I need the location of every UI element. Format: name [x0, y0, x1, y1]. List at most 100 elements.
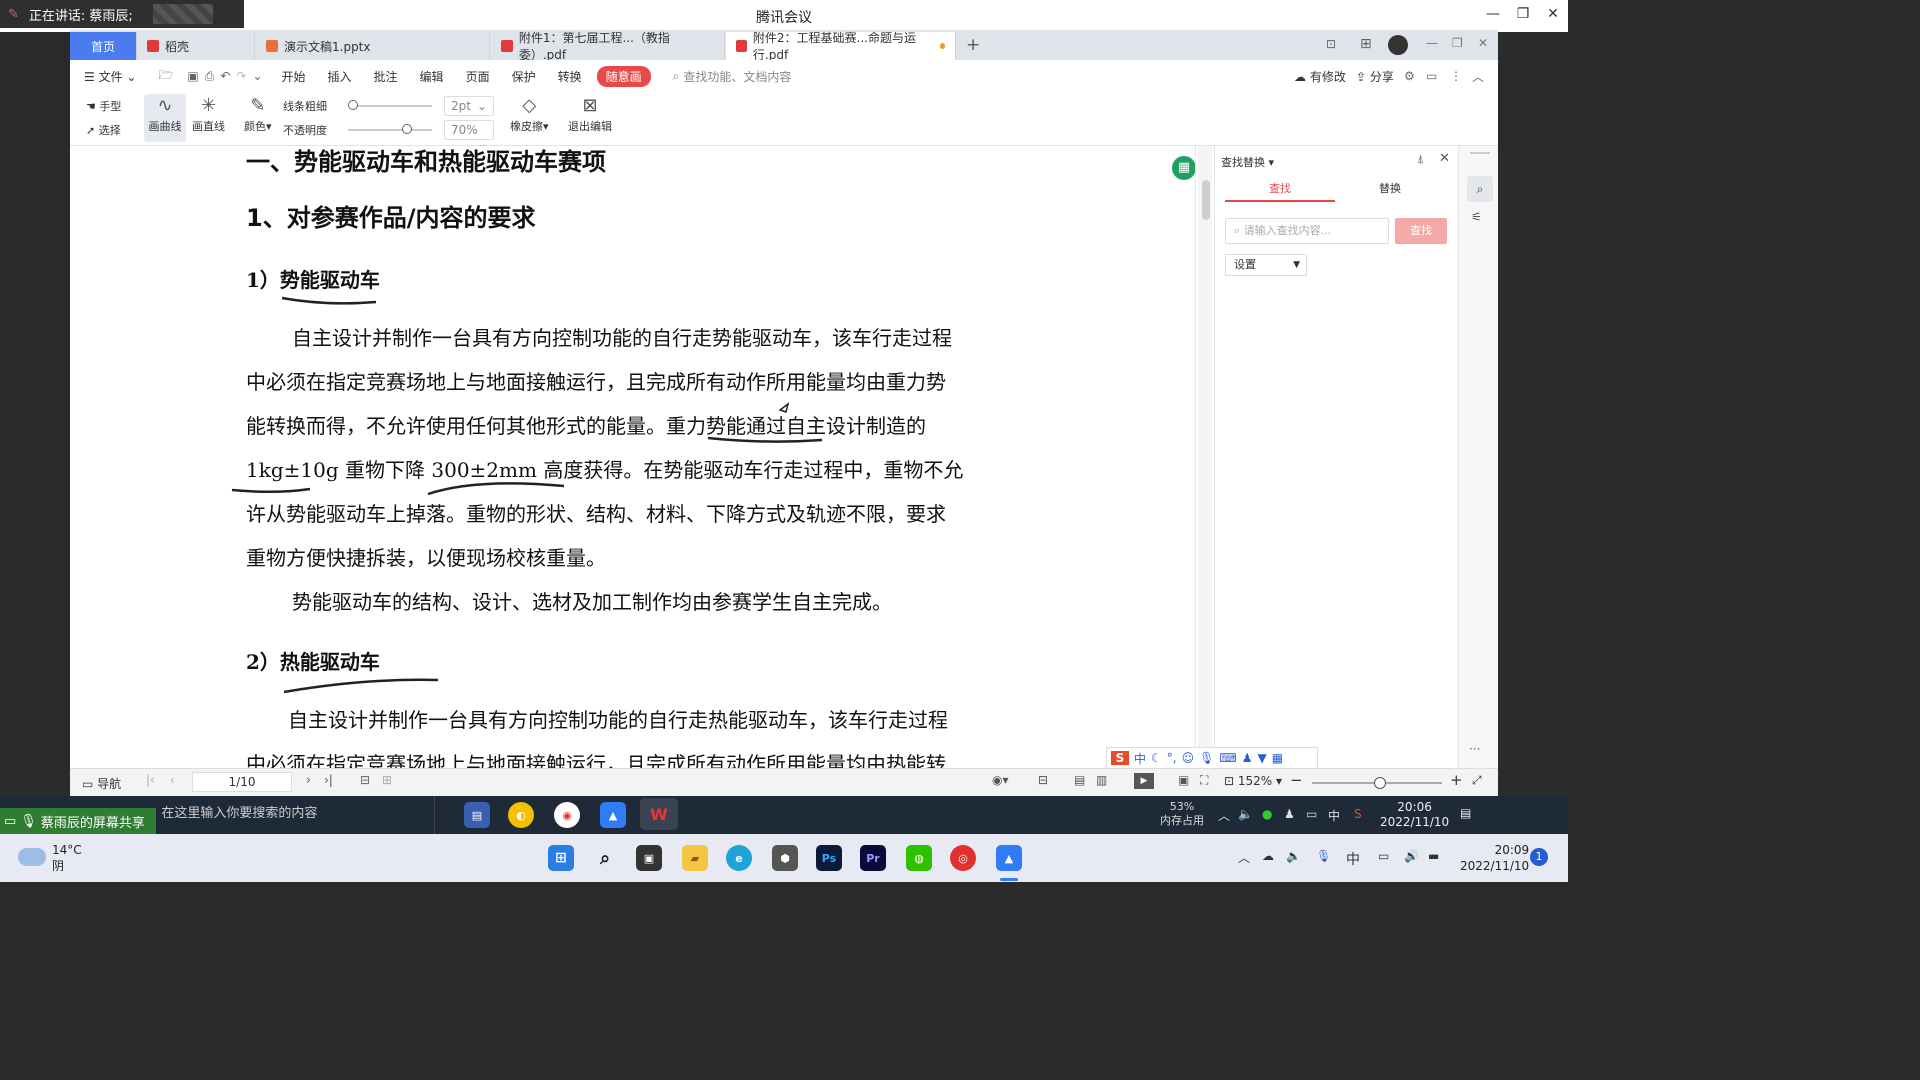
avatar[interactable]: [1388, 35, 1408, 55]
ime-mode-label[interactable]: 中: [1134, 750, 1146, 767]
find-button[interactable]: 查找: [1395, 218, 1447, 244]
sogou-tray-icon[interactable]: S: [1354, 807, 1362, 821]
line-width-slider[interactable]: [352, 105, 432, 107]
tray-chevron-icon[interactable]: ︿: [1218, 807, 1230, 824]
single-page-icon[interactable]: ▤: [1074, 773, 1085, 787]
eye-mode-icon[interactable]: ◉▾: [992, 773, 1009, 787]
photoshop-icon[interactable]: Ps: [816, 845, 842, 871]
volume-icon[interactable]: 🔈: [1238, 807, 1253, 821]
meeting-app-icon[interactable]: ▲: [600, 802, 626, 828]
save-icon[interactable]: ▣: [184, 69, 201, 83]
select-tool[interactable]: ➚ 选择: [86, 122, 121, 138]
tray-chevron-icon[interactable]: ︿: [1238, 849, 1250, 866]
file-menu[interactable]: ☰ 文件 ⌄: [70, 68, 147, 85]
tab-pdf-2[interactable]: 附件2：工程基础赛...命题与运行.pdf: [726, 31, 956, 62]
minimize-icon[interactable]: —: [1426, 36, 1438, 50]
weather-widget[interactable]: 14°C 阴: [52, 842, 82, 874]
find-input[interactable]: ⌕ 请输入查找内容...: [1225, 218, 1389, 244]
tab-pptx[interactable]: 演示文稿1.pptx: [256, 32, 490, 60]
find-replace-icon[interactable]: ⌕: [1467, 176, 1493, 202]
tab-replace[interactable]: 替换: [1335, 176, 1445, 202]
remote-search-box[interactable]: ⌕ 在这里输入你要搜索的内容: [150, 802, 317, 821]
menu-item-start[interactable]: 开始: [271, 68, 317, 85]
collapse-icon[interactable]: ︿: [1472, 68, 1484, 85]
settings-select[interactable]: 设置 ▼: [1225, 254, 1307, 276]
double-page-icon[interactable]: ▥: [1096, 773, 1107, 787]
first-page-icon[interactable]: |‹: [146, 773, 155, 787]
prev-view-icon[interactable]: ⊟: [360, 773, 370, 787]
share-button[interactable]: ⇪ 分享: [1356, 68, 1394, 85]
wechat-icon[interactable]: ◍: [906, 845, 932, 871]
task-view-icon[interactable]: ▣: [636, 845, 662, 871]
netease-music-icon[interactable]: ◎: [950, 845, 976, 871]
network-icon[interactable]: ▭: [1378, 849, 1389, 863]
next-view-icon[interactable]: ⊞: [382, 773, 392, 787]
edge-icon[interactable]: e: [726, 845, 752, 871]
opacity-slider[interactable]: [348, 129, 432, 131]
line-width-knob[interactable]: [348, 100, 358, 110]
add-tab-icon[interactable]: +: [966, 35, 980, 55]
scrollbar-thumb[interactable]: [1202, 180, 1210, 220]
prev-page-icon[interactable]: ‹: [170, 773, 175, 787]
close-icon[interactable]: ✕: [1538, 6, 1568, 22]
curve-tool[interactable]: ∿ 画曲线: [144, 94, 186, 142]
vertical-scrollbar[interactable]: [1198, 146, 1212, 768]
chrome-icon[interactable]: ◉: [554, 802, 580, 828]
keyboard-icon[interactable]: ⌨: [1219, 751, 1236, 765]
speaker-icon[interactable]: 🔈: [1286, 849, 1301, 863]
emoji-icon[interactable]: ☺: [1182, 751, 1195, 765]
settings-icon[interactable]: ⚙: [1404, 69, 1415, 83]
open-icon[interactable]: 🗁: [147, 66, 184, 87]
minimize-icon[interactable]: —: [1478, 6, 1508, 22]
voice-icon[interactable]: 🎙: [1199, 751, 1214, 765]
fit-width-icon[interactable]: ⊟: [1038, 773, 1048, 787]
print-icon[interactable]: ⎙: [202, 69, 218, 84]
tab-home[interactable]: 首页: [70, 32, 137, 60]
line-width-select[interactable]: 2pt ⌄: [444, 96, 494, 116]
line-tool[interactable]: ✳ 画直线: [192, 96, 225, 134]
battery-icon[interactable]: ▭: [1306, 807, 1317, 821]
comment-icon[interactable]: ▭: [1426, 69, 1437, 83]
zoom-out-icon[interactable]: −: [1290, 771, 1303, 789]
grid-icon[interactable]: ⊞: [1360, 36, 1372, 52]
last-page-icon[interactable]: ›|: [324, 773, 333, 787]
zoom-select[interactable]: ⊡ 152% ▾: [1224, 774, 1282, 788]
app-cube-icon[interactable]: ⬢: [772, 845, 798, 871]
zoom-in-icon[interactable]: +: [1450, 771, 1463, 789]
fullscreen-icon[interactable]: ⤢: [1472, 773, 1482, 788]
search-icon[interactable]: ⌕: [592, 845, 618, 871]
weather-cloud-icon[interactable]: [18, 848, 46, 866]
actual-size-icon[interactable]: ▣: [1178, 773, 1189, 787]
color-tool[interactable]: ✎ 颜色▾: [244, 96, 272, 134]
close-icon[interactable]: ✕: [1478, 36, 1488, 50]
menu-item-comment[interactable]: 批注: [363, 68, 409, 85]
more-icon[interactable]: ···: [1469, 742, 1480, 756]
feature-search[interactable]: 查找功能、文档内容: [683, 68, 791, 85]
next-page-icon[interactable]: ›: [306, 773, 311, 787]
play-icon[interactable]: ▶: [1134, 773, 1154, 789]
menu-item-convert[interactable]: 转换: [547, 68, 593, 85]
spreadsheet-float-icon[interactable]: ▦: [1172, 156, 1195, 180]
mic-tray-icon[interactable]: 🎙: [1316, 849, 1331, 863]
page-input[interactable]: 1/10: [192, 772, 292, 792]
menu-item-page[interactable]: 页面: [455, 68, 501, 85]
opacity-select[interactable]: 70% ⌄: [444, 120, 494, 151]
fit-page-icon[interactable]: ⛶: [1200, 773, 1208, 788]
sogou-ime-toolbar[interactable]: S 中 ☾ °, ☺ 🎙 ⌨ ♟ ▼ ▦: [1106, 747, 1318, 769]
remote-app-icon[interactable]: ◐: [508, 802, 534, 828]
wechat-tray-icon[interactable]: ●: [1262, 807, 1272, 821]
start-icon[interactable]: ⊞: [548, 845, 574, 871]
notification-badge[interactable]: 1: [1530, 848, 1548, 866]
skin-icon[interactable]: ♟: [1242, 751, 1253, 765]
menu-item-protect[interactable]: 保护: [501, 68, 547, 85]
menu-item-freehand[interactable]: 随意画: [596, 65, 651, 87]
toolbox-icon[interactable]: ▦: [1272, 751, 1283, 765]
3d-view-icon[interactable]: ⊡: [1326, 37, 1336, 51]
pin-icon[interactable]: ⍋: [1417, 152, 1424, 167]
punctuation-icon[interactable]: °,: [1167, 751, 1177, 765]
local-ime-label[interactable]: 中: [1346, 849, 1360, 869]
redo-icon[interactable]: ↷: [233, 69, 249, 83]
local-clock[interactable]: 20:09 2022/11/10: [1460, 842, 1529, 874]
eraser-tool[interactable]: ◇ 橡皮擦▾: [510, 96, 549, 134]
menu-item-insert[interactable]: 插入: [317, 68, 363, 85]
